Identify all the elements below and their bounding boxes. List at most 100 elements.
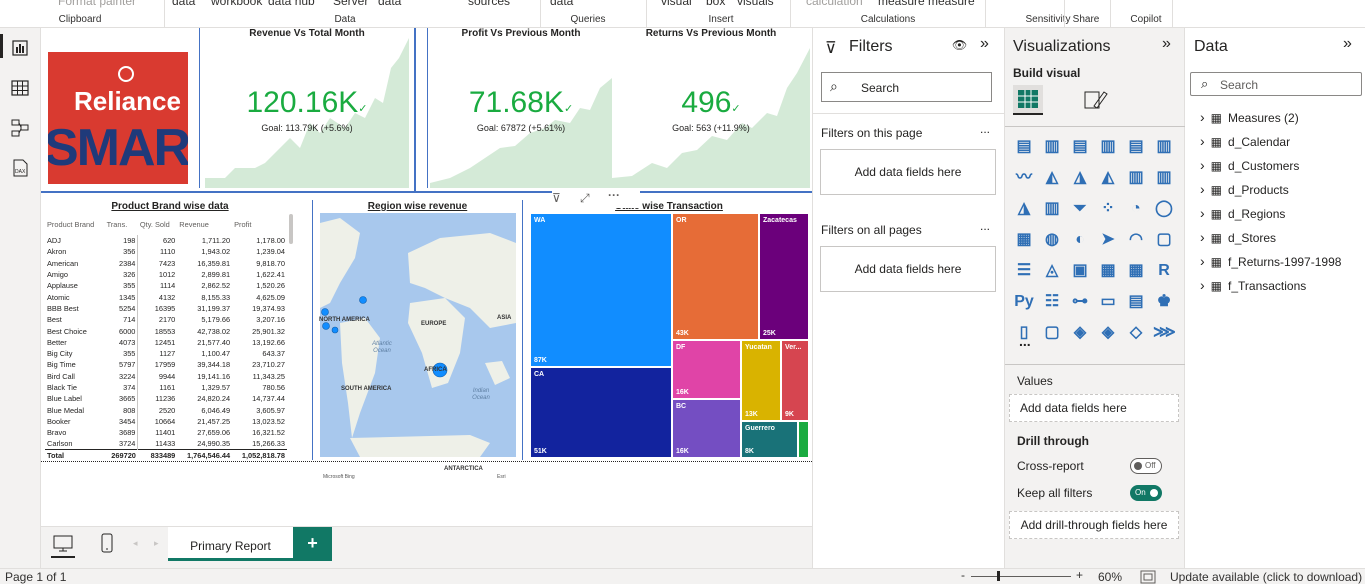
sql-server-button[interactable]: Server (333, 0, 368, 8)
column-header[interactable]: Trans. (105, 213, 138, 235)
power-automate-icon[interactable]: ◈ (1097, 322, 1119, 344)
chevron-right-icon[interactable]: › (1200, 205, 1205, 221)
kpi-card-profit[interactable]: Profit Vs Previous Month 71.68K✓ Goal: 6… (430, 28, 612, 188)
model-view-icon[interactable] (8, 116, 32, 140)
table-row[interactable]: Best Choice 6000 18553 42,738.02 25,901.32 (45, 325, 287, 337)
data-table-item[interactable]: › ▦ d_Regions (1200, 205, 1285, 221)
multi-row-card-icon[interactable]: ☰ (1013, 260, 1035, 282)
cross-report-toggle[interactable]: Off (1130, 458, 1162, 474)
table-row[interactable]: Big City 355 1127 1,100.47 643.37 (45, 347, 287, 360)
kpi-card-revenue[interactable]: Revenue Vs Total Month 120.16K✓ Goal: 11… (205, 28, 409, 188)
r-visual-icon[interactable]: R (1153, 260, 1175, 282)
get-data-button[interactable]: data (172, 0, 195, 8)
data-table-item[interactable]: › ▦ d_Stores (1200, 229, 1276, 245)
kpi-card-returns[interactable]: Returns Vs Previous Month 496✓ Goal: 563… (612, 28, 810, 188)
stacked-bar-icon[interactable]: ▤ (1013, 136, 1035, 158)
scroll-left-icon[interactable]: ◂ (133, 538, 138, 549)
column-header[interactable]: Qty. Sold (138, 213, 177, 235)
more-options-icon[interactable]: ... (980, 122, 990, 136)
treemap-icon[interactable]: ▦ (1013, 229, 1035, 251)
key-influencers-icon[interactable]: ☷ (1041, 291, 1063, 313)
table-row[interactable]: Blue Label 3665 11236 24,820.24 14,737.44 (45, 393, 287, 405)
region-map-visual[interactable]: Region wise revenue NORTH AMERICA EUROPE… (317, 200, 518, 480)
data-table-item[interactable]: › ▦ d_Calendar (1200, 133, 1290, 149)
data-table-item[interactable]: › ▦ Measures (2) (1200, 109, 1299, 125)
data-table-item[interactable]: › ▦ d_Products (1200, 181, 1289, 197)
state-treemap-visual[interactable]: State wise Transaction ⊽ ⤢ ··· WA 87K CA 5… (527, 188, 811, 460)
format-visual-icon[interactable] (1080, 86, 1110, 114)
desktop-layout-icon[interactable] (53, 535, 73, 553)
treemap-cell[interactable]: Guerrero 8K (741, 421, 798, 458)
stacked-column-icon[interactable]: ▥ (1041, 136, 1063, 158)
data-table-item[interactable]: › ▦ f_Returns-1997-1998 (1200, 253, 1341, 269)
table-row[interactable]: Applause 355 1114 2,862.52 1,520.26 (45, 280, 287, 292)
pie-chart-icon[interactable]: ◔ (1125, 198, 1147, 220)
more-visuals-icon[interactable]: ... (1019, 333, 1031, 349)
world-map[interactable] (320, 213, 516, 457)
treemap-cell[interactable] (798, 421, 809, 458)
table-scrollbar[interactable] (289, 214, 293, 244)
100-bar-icon[interactable]: ▤ (1125, 136, 1147, 158)
line-clustered-icon[interactable]: ▥ (1153, 167, 1175, 189)
collapse-pane-icon[interactable]: » (980, 35, 989, 53)
more-options-icon[interactable]: ... (980, 219, 990, 233)
diamond-icon[interactable]: ◇ (1125, 322, 1147, 344)
kpi-icon[interactable]: ◬ (1041, 260, 1063, 282)
filters-page-drop-zone[interactable]: Add data fields here (820, 149, 996, 195)
table-view-icon[interactable] (8, 76, 32, 100)
power-apps-icon[interactable]: ◈ (1069, 322, 1091, 344)
chevron-right-icon[interactable]: › (1200, 253, 1205, 269)
build-visual-tab[interactable] (1013, 85, 1043, 115)
goals-icon[interactable]: ♚ (1153, 291, 1175, 313)
focus-mode-icon[interactable]: ⤢ (580, 191, 590, 206)
format-painter-button[interactable]: Format painter (58, 0, 136, 8)
more-visuals-button[interactable]: visuals (737, 0, 774, 8)
table-row[interactable]: Blue Medal 808 2520 6,046.49 3,605.97 (45, 404, 287, 416)
values-drop-zone[interactable]: Add data fields here (1009, 394, 1179, 422)
clustered-column-icon[interactable]: ▥ (1097, 136, 1119, 158)
treemap-cell[interactable]: Zacatecas 25K (759, 213, 809, 340)
filters-search-input[interactable]: ⌕ Search (821, 72, 992, 102)
table-row[interactable]: Black Tie 374 1161 1,329.57 780.56 (45, 381, 287, 394)
excel-workbook-button[interactable]: workbook (211, 0, 262, 8)
table-row[interactable]: Bravo 3689 11401 27,659.06 16,321.52 (45, 427, 287, 439)
quick-measure-button[interactable]: calculation (806, 0, 863, 8)
data-table-item[interactable]: › ▦ f_Transactions (1200, 277, 1306, 293)
treemap-cell[interactable]: BC 16K (672, 399, 741, 458)
100-area-icon[interactable]: ◭ (1097, 167, 1119, 189)
data-search-input[interactable]: ⌕ Search (1190, 72, 1362, 96)
product-brand-table[interactable]: Product Brand wise data Product Brand Tr… (43, 200, 297, 460)
zoom-slider-thumb[interactable] (997, 571, 1000, 581)
treemap-cell[interactable]: CA 51K (530, 367, 672, 458)
treemap-cell[interactable]: WA 87K (530, 213, 672, 367)
zoom-out-button[interactable]: - (961, 568, 965, 582)
gauge-icon[interactable]: ◠ (1125, 229, 1147, 251)
table-row[interactable]: ADJ 198 620 1,711.20 1,178.00 (45, 235, 287, 247)
scroll-right-icon[interactable]: ▸ (154, 538, 159, 549)
line-chart-icon[interactable]: 〰 (1013, 167, 1035, 189)
collapse-pane-icon[interactable]: » (1162, 35, 1171, 53)
table-row[interactable]: Best 714 2170 5,179.66 3,207.16 (45, 314, 287, 326)
page-tab-primary-report[interactable]: Primary Report (168, 527, 293, 561)
recent-sources-button[interactable]: sources (468, 0, 510, 8)
zoom-slider[interactable] (971, 576, 1071, 577)
table-row[interactable]: Booker 3454 10664 21,457.25 13,023.52 (45, 415, 287, 428)
enter-data-button[interactable]: data (378, 0, 401, 8)
table-row[interactable]: Akron 356 1110 1,943.02 1,239.04 (45, 246, 287, 258)
treemap-cell[interactable]: Yucatan 13K (741, 340, 781, 421)
map-icon[interactable]: ◍ (1041, 229, 1063, 251)
waterfall-icon[interactable]: ▥ (1041, 198, 1063, 220)
table-row[interactable]: Big Time 5797 17959 39,344.18 23,710.27 (45, 359, 287, 371)
narrative-icon[interactable]: ▤ (1125, 291, 1147, 313)
table-row[interactable]: American 2384 7423 16,359.81 9,818.70 (45, 257, 287, 269)
new-measure-button[interactable]: measure (878, 0, 925, 8)
filled-map-icon[interactable]: ◐ (1069, 229, 1091, 251)
slicer-icon[interactable]: ▣ (1069, 260, 1091, 282)
more-options-icon[interactable]: ··· (608, 188, 620, 202)
python-visual-icon[interactable]: Py (1013, 291, 1035, 313)
chevron-right-icon[interactable]: › (1200, 229, 1205, 245)
collapse-pane-icon[interactable]: » (1343, 35, 1352, 53)
column-header[interactable]: Product Brand (45, 213, 105, 235)
chevron-right-icon[interactable]: › (1200, 181, 1205, 197)
qa-icon[interactable]: ▭ (1097, 291, 1119, 313)
